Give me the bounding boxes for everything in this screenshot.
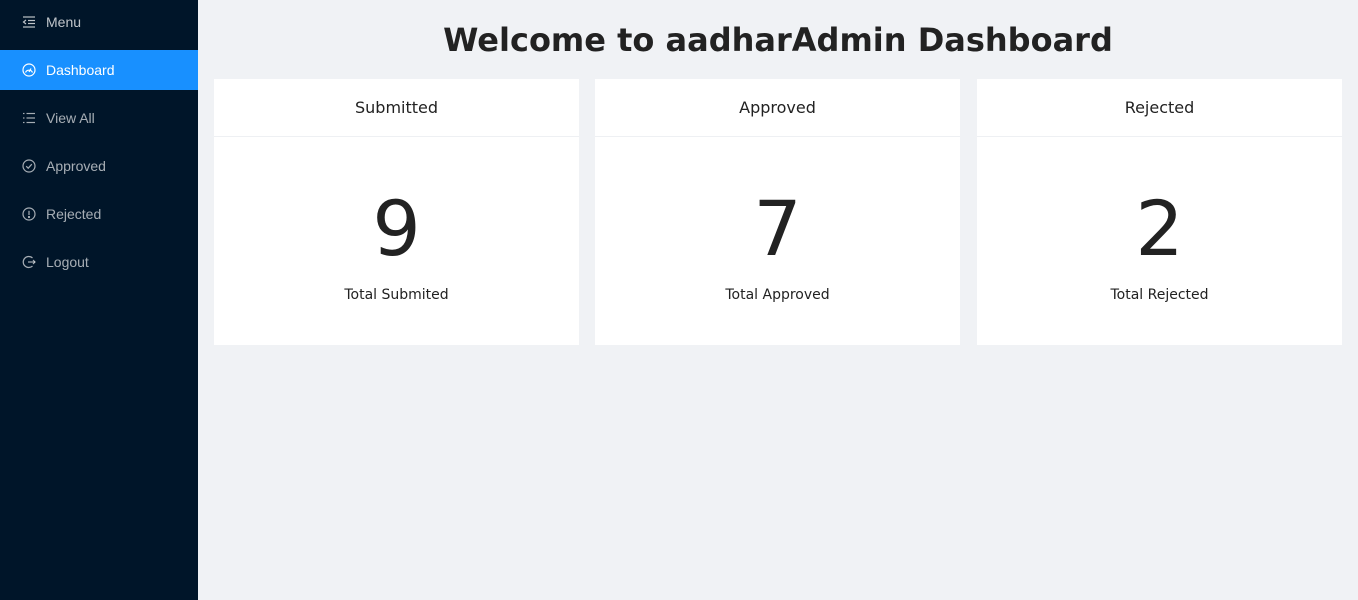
sidebar-item-label: Approved	[46, 158, 106, 174]
sidebar-item-logout[interactable]: Logout	[0, 242, 198, 282]
menu-label: Menu	[46, 14, 82, 30]
card-title: Approved	[595, 79, 960, 137]
menu-fold-icon	[22, 15, 36, 29]
rejected-card: Rejected 2 Total Rejected	[977, 79, 1342, 345]
dashboard-icon	[22, 63, 36, 77]
sidebar-item-dashboard[interactable]: Dashboard	[0, 50, 198, 90]
page-title: Welcome to aadharAdmin Dashboard	[443, 21, 1113, 59]
sidebar-item-view-all[interactable]: View All	[0, 98, 198, 138]
sidebar-item-label: Dashboard	[46, 62, 115, 78]
card-label: Total Approved	[725, 287, 830, 303]
sidebar-item-label: View All	[46, 110, 95, 126]
sidebar-item-rejected[interactable]: Rejected	[0, 194, 198, 234]
card-title: Submitted	[214, 79, 579, 137]
check-circle-icon	[22, 159, 36, 173]
card-title: Rejected	[977, 79, 1342, 137]
exclamation-circle-icon	[22, 207, 36, 221]
menu-toggle[interactable]: Menu	[0, 2, 198, 42]
sidebar-item-approved[interactable]: Approved	[0, 146, 198, 186]
sidebar: Menu Dashboard View All Approved Rejecte…	[0, 0, 198, 600]
main-content: Welcome to aadharAdmin Dashboard Submitt…	[198, 0, 1358, 600]
list-icon	[22, 111, 36, 125]
sidebar-item-label: Rejected	[46, 206, 102, 222]
card-label: Total Submited	[344, 287, 449, 303]
card-label: Total Rejected	[1110, 287, 1209, 303]
sidebar-item-label: Logout	[46, 254, 89, 270]
logout-icon	[22, 255, 36, 269]
submitted-card: Submitted 9 Total Submited	[214, 79, 579, 345]
card-value: 2	[1135, 184, 1184, 273]
card-value: 9	[372, 184, 421, 273]
card-value: 7	[753, 184, 802, 273]
approved-card: Approved 7 Total Approved	[595, 79, 960, 345]
